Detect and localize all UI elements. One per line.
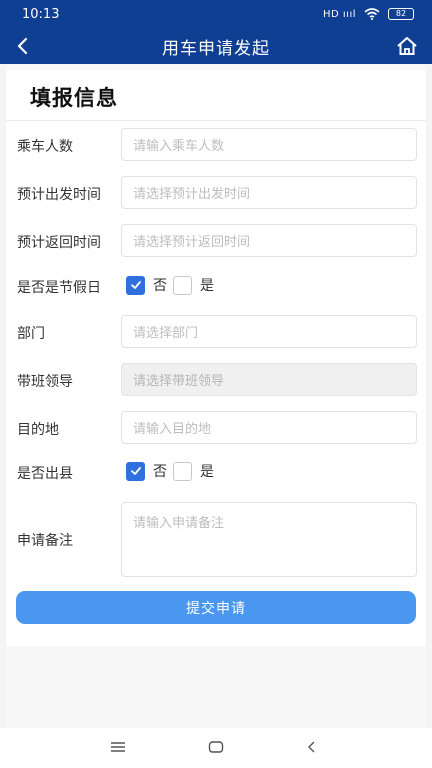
checkbox-unchecked[interactable] bbox=[173, 275, 192, 295]
holiday-options: 否 是 bbox=[126, 275, 220, 295]
passengers-label: 乘车人数 bbox=[17, 139, 73, 155]
row-departure-time: 预计出发时间 请选择预计出发时间 bbox=[6, 176, 426, 210]
row-destination: 目的地 请输入目的地 bbox=[6, 411, 426, 445]
department-label: 部门 bbox=[17, 326, 45, 342]
check-icon bbox=[130, 281, 141, 289]
row-passengers: 乘车人数 请输入乘车人数 bbox=[6, 128, 426, 162]
main-content: 填报信息 乘车人数 请输入乘车人数 预计出发时间 请选择预计出发时间 预计返回时… bbox=[6, 64, 426, 728]
destination-label: 目的地 bbox=[17, 422, 59, 438]
section-title: 填报信息 bbox=[30, 86, 118, 110]
row-leader: 带班领导 请选择带班领导 bbox=[6, 363, 426, 397]
divider bbox=[6, 120, 426, 121]
leader-label: 带班领导 bbox=[17, 374, 73, 390]
remarks-textarea[interactable]: 请输入申请备注 bbox=[121, 502, 417, 577]
destination-input[interactable]: 请输入目的地 bbox=[121, 411, 417, 444]
holiday-option-no[interactable]: 否 bbox=[126, 275, 167, 295]
system-nav-bar bbox=[0, 728, 432, 768]
chevron-left-icon[interactable] bbox=[14, 37, 32, 55]
home-button-icon[interactable] bbox=[208, 740, 224, 754]
home-icon[interactable] bbox=[396, 36, 418, 56]
department-select[interactable]: 请选择部门 bbox=[121, 315, 417, 348]
out-of-county-option-no[interactable]: 否 bbox=[126, 461, 167, 481]
row-department: 部门 请选择部门 bbox=[6, 315, 426, 349]
menu-icon[interactable] bbox=[110, 740, 126, 754]
out-of-county-label: 是否出县 bbox=[17, 466, 73, 482]
form-card: 填报信息 乘车人数 请输入乘车人数 预计出发时间 请选择预计出发时间 预计返回时… bbox=[6, 70, 426, 646]
out-of-county-option-yes[interactable]: 是 bbox=[173, 461, 214, 481]
app-header: 10:13 HD ıııl 82 用车申请发起 bbox=[0, 0, 432, 64]
status-time: 10:13 bbox=[22, 6, 60, 22]
submit-button[interactable]: 提交申请 bbox=[16, 591, 416, 624]
status-icons: HD ıııl 82 bbox=[323, 8, 414, 20]
back-button-icon[interactable] bbox=[305, 740, 319, 754]
check-icon bbox=[130, 467, 141, 475]
passengers-input[interactable]: 请输入乘车人数 bbox=[121, 128, 417, 161]
out-of-county-options: 否 是 bbox=[126, 461, 220, 481]
option-label: 是 bbox=[200, 278, 214, 294]
wifi-icon bbox=[364, 8, 380, 20]
status-bar: 10:13 HD ıııl 82 bbox=[0, 0, 432, 28]
row-holiday: 是否是节假日 否 是 bbox=[6, 270, 426, 300]
return-time-label: 预计返回时间 bbox=[17, 235, 101, 251]
leader-select: 请选择带班领导 bbox=[121, 363, 417, 396]
checkbox-checked[interactable] bbox=[126, 461, 145, 481]
return-time-picker[interactable]: 请选择预计返回时间 bbox=[121, 224, 417, 257]
remarks-label: 申请备注 bbox=[17, 533, 73, 549]
checkbox-unchecked[interactable] bbox=[173, 461, 192, 481]
departure-time-picker[interactable]: 请选择预计出发时间 bbox=[121, 176, 417, 209]
page-title: 用车申请发起 bbox=[162, 38, 270, 59]
row-out-of-county: 是否出县 否 是 bbox=[6, 456, 426, 486]
holiday-option-yes[interactable]: 是 bbox=[173, 275, 214, 295]
holiday-label: 是否是节假日 bbox=[17, 280, 101, 296]
option-label: 否 bbox=[153, 278, 167, 294]
checkbox-checked[interactable] bbox=[126, 275, 145, 295]
option-label: 是 bbox=[200, 464, 214, 480]
nav-bar: 用车申请发起 bbox=[0, 28, 432, 64]
row-return-time: 预计返回时间 请选择预计返回时间 bbox=[6, 224, 426, 258]
option-label: 否 bbox=[153, 464, 167, 480]
row-remarks: 申请备注 请输入申请备注 bbox=[6, 502, 426, 578]
departure-time-label: 预计出发时间 bbox=[17, 187, 101, 203]
battery-icon: 82 bbox=[388, 8, 414, 20]
signal-icon: HD ıııl bbox=[322, 8, 356, 20]
